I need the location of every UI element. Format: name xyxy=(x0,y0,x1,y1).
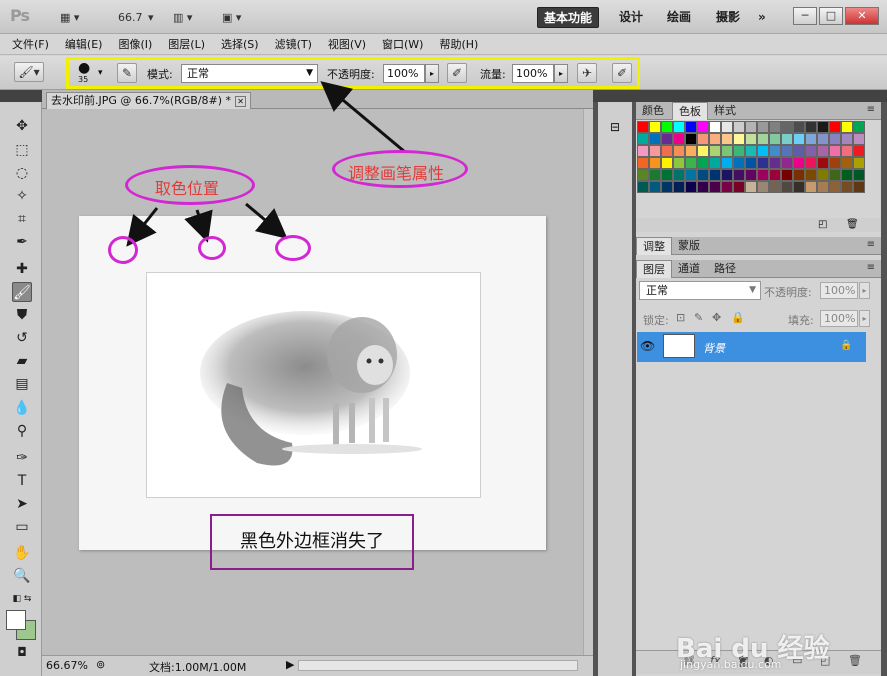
pick-point-1 xyxy=(108,236,138,264)
adjust-brush-label: 调整画笔属性 xyxy=(348,164,445,183)
pick-color-label: 取色位置 xyxy=(155,179,220,198)
arrow-brush-props xyxy=(320,81,406,154)
annotation-arrows xyxy=(126,81,406,247)
arrow-pick-3 xyxy=(245,202,288,239)
baidu-watermark-url: jingyan.baidu.com xyxy=(680,658,782,671)
pick-point-3 xyxy=(275,235,311,261)
arrow-pick-1 xyxy=(126,207,159,247)
note-box: 黑色外边框消失了 xyxy=(210,514,414,570)
photoshop-window: Ps ▦ ▾ 66.7 ▾ ▥ ▾ ▣ ▾ 基本功能 设计 绘画 摄影 » ─ … xyxy=(0,0,887,676)
pick-point-2 xyxy=(198,236,226,260)
arrow-pick-2 xyxy=(184,209,213,243)
